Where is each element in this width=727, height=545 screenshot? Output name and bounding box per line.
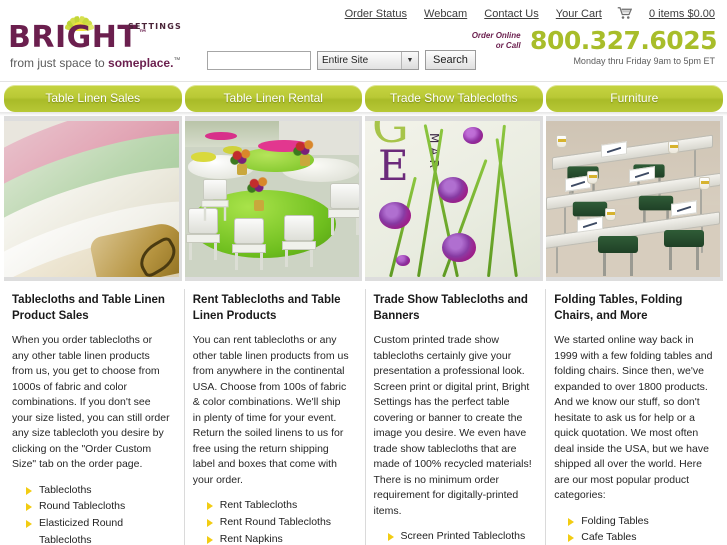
search-button[interactable]: Search — [425, 50, 476, 70]
list-item[interactable]: Folding Tables — [568, 513, 713, 530]
link-list: Folding Tables Cafe Tables Picnic Tables… — [554, 513, 713, 545]
hero-folded-table-linens[interactable] — [4, 116, 182, 281]
column-product-sales: Tablecloths and Table Linen Product Sale… — [4, 289, 181, 545]
site-logo[interactable]: BRIGHT™ SETTINGS from just space to some… — [8, 6, 198, 70]
nav-tab-furniture[interactable]: Furniture — [545, 85, 723, 112]
column-furniture: Folding Tables, Folding Chairs, and More… — [545, 289, 723, 545]
phone-number[interactable]: 800.327.6025 — [530, 28, 717, 53]
nav-tab-table-linen-sales[interactable]: Table Linen Sales — [4, 85, 182, 112]
tagline-prefix: from just space to — [10, 56, 109, 70]
list-item[interactable]: Elasticized Round Tablecloths — [26, 515, 171, 545]
cart-total-link[interactable]: 0 items $0.00 — [649, 8, 715, 20]
search-scope-value: Entire Site — [322, 54, 369, 66]
content-columns: Tablecloths and Table Linen Product Sale… — [0, 281, 727, 545]
column-rentals: Rent Tablecloths and Table Linen Product… — [183, 289, 362, 545]
search-input[interactable] — [207, 50, 311, 70]
order-status-link[interactable]: Order Status — [345, 8, 407, 20]
search-bar: Entire Site ▼ Search — [207, 50, 476, 70]
logo-mark: BRIGHT™ SETTINGS — [8, 6, 198, 53]
webcam-link[interactable]: Webcam — [424, 8, 467, 20]
column-heading: Tablecloths and Table Linen Product Sale… — [12, 294, 165, 322]
tagline-trademark: ™ — [173, 57, 181, 64]
shopping-cart-icon[interactable] — [617, 6, 633, 20]
page-root: BRIGHT™ SETTINGS from just space to some… — [0, 0, 727, 545]
column-trade-show: Trade Show Tablecloths and Banners Custo… — [364, 289, 543, 545]
brand-tagline: from just space to someplace.™ — [10, 56, 180, 70]
or-call-text: or Call — [495, 40, 521, 50]
tagline-emphasis: someplace. — [108, 56, 174, 70]
list-item[interactable]: Screen Printed Tablecloths — [387, 528, 533, 545]
brand-subname: SETTINGS — [128, 22, 182, 31]
hero-banquet-round-tables[interactable] — [184, 116, 362, 281]
list-item[interactable]: Tablecloths — [26, 482, 171, 499]
chevron-down-icon[interactable]: ▼ — [401, 51, 418, 69]
order-call-label: Order Online or Call — [472, 31, 521, 49]
phone-block: Order Online or Call 800.327.6025 Monday… — [472, 28, 718, 66]
link-list: Rent Tablecloths Rent Round Tablecloths … — [193, 497, 352, 545]
search-scope-select[interactable]: Entire Site ▼ — [317, 50, 419, 70]
column-heading: Rent Tablecloths and Table Linen Product… — [192, 294, 341, 322]
column-body: Custom printed trade show tablecloths ce… — [373, 334, 532, 517]
phone-hours: Monday thru Friday 9am to 5pm ET — [573, 56, 715, 66]
column-body: We started online way back in 1999 with … — [554, 334, 713, 502]
banner-letter-e: E — [378, 141, 409, 190]
column-body: You can rent tablecloths or any other ta… — [192, 334, 349, 486]
hero-image-row: G E MAR — [0, 116, 727, 281]
list-item[interactable]: Rent Round Tablecloths — [206, 514, 352, 531]
hero-printed-floral-banner[interactable]: G E MAR — [365, 116, 543, 281]
link-list: Tablecloths Round Tablecloths Elasticize… — [12, 482, 171, 545]
brand-name-text: BRIGHT — [8, 20, 139, 55]
list-item[interactable]: Rent Napkins — [206, 531, 352, 545]
contact-us-link[interactable]: Contact Us — [484, 8, 538, 20]
utility-nav: Order Status Webcam Contact Us Your Cart… — [345, 6, 715, 20]
list-item[interactable]: Cafe Tables — [568, 529, 713, 545]
link-list: Screen Printed Tablecloths Digitally Pri… — [374, 528, 533, 545]
hero-folding-tables-chairs[interactable] — [545, 116, 723, 281]
order-online-text: Order Online — [471, 31, 521, 41]
list-item[interactable]: Round Tablecloths — [26, 498, 171, 515]
site-header: BRIGHT™ SETTINGS from just space to some… — [0, 0, 727, 82]
brand-name: BRIGHT™ — [8, 23, 148, 53]
list-item[interactable]: Rent Tablecloths — [206, 497, 352, 514]
column-heading: Trade Show Tablecloths and Banners — [373, 294, 528, 322]
column-heading: Folding Tables, Folding Chairs, and More — [554, 294, 683, 322]
primary-nav: Table Linen Sales Table Linen Rental Tra… — [0, 82, 727, 116]
nav-tab-trade-show-tablecloths[interactable]: Trade Show Tablecloths — [365, 85, 543, 112]
column-body: When you order tablecloths or any other … — [12, 334, 170, 471]
your-cart-link[interactable]: Your Cart — [556, 8, 602, 20]
nav-tab-table-linen-rental[interactable]: Table Linen Rental — [184, 85, 362, 112]
